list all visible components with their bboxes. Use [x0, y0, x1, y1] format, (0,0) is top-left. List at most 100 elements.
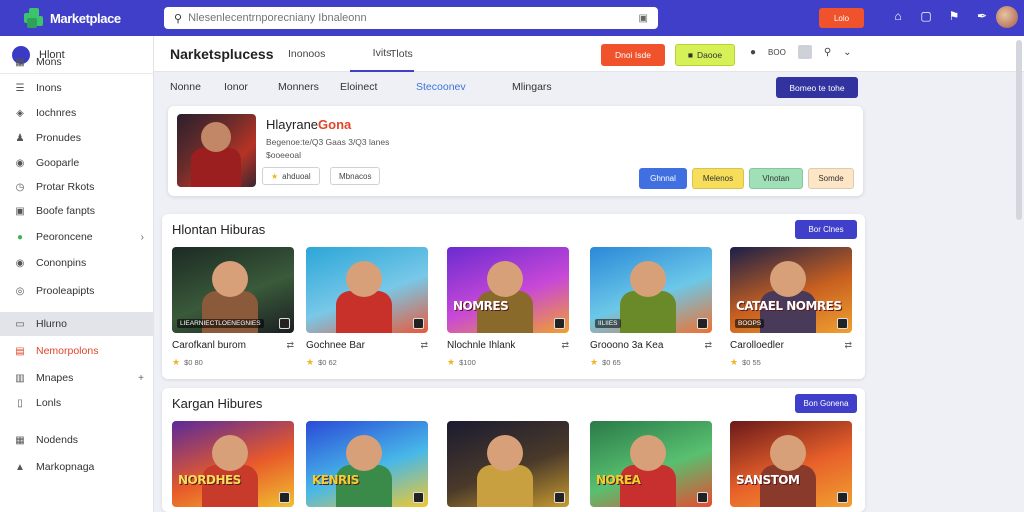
filter-tab[interactable]: Nonne [170, 81, 201, 93]
search-bar[interactable]: ⚲ ▣ [164, 7, 658, 29]
top-bar: Marketplace ⚲ ▣ Lolo ⌂ ▢ ⚑ ✒ [0, 0, 1024, 36]
lock-icon[interactable]: ● [750, 47, 756, 58]
game-card[interactable]: NOMRES Nlochnle Ihlank ⇄ ★ $100 [447, 247, 569, 367]
filter-tab-active[interactable]: Stecoonev [416, 81, 466, 93]
flag-icon[interactable]: ⚑ [946, 8, 962, 24]
sidebar-item-label: Gooparle [36, 157, 80, 169]
section-more-button[interactable]: Bon Gonena [795, 394, 857, 413]
star-icon: ★ [306, 357, 315, 367]
chevron-icon[interactable]: › [141, 232, 144, 243]
game-card[interactable]: KENRIS [306, 421, 428, 507]
sidebar-item[interactable]: ◷ Protar Rkots [0, 175, 154, 199]
game-card[interactable]: NOREA [590, 421, 712, 507]
sidebar-item[interactable]: ▥ Mnapes + [0, 366, 154, 390]
featured-card[interactable]: HlayraneGona Begenoe:te/Q3 Gaas 3/Q3 lan… [168, 106, 863, 196]
sidebar-item[interactable]: ◎ Prooleapipts [0, 279, 154, 303]
star-icon: ★ [172, 357, 181, 367]
game-thumbnail: NORDHES [172, 421, 294, 507]
game-card[interactable]: IILIIES Grooono 3a Kea ⇄ ★ $0 65 [590, 247, 712, 367]
game-card[interactable]: CATAEL NOMRES BOOPS Carolloedler ⇄ ★ $0 55 [730, 247, 852, 367]
featured-chip[interactable]: Mbnacos [330, 167, 381, 185]
yellow-action-button[interactable]: ■ Daooe [675, 44, 735, 66]
game-card[interactable]: LIEARNIECTLOENEGNIES Carofkanl burom ⇄ ★ $0 … [172, 247, 294, 367]
sidebar-item[interactable]: ▭ Hlurno [0, 312, 154, 336]
game-section: Hlontan Hiburas Bor Clnes LIEARNIECTLOENEG… [162, 214, 865, 379]
sidebar-item[interactable]: ◉ Gooparle [0, 151, 154, 175]
game-card[interactable]: NORDHES [172, 421, 294, 507]
chat-icon[interactable]: ▢ [918, 8, 934, 24]
share-icon[interactable]: ⇄ [561, 340, 569, 351]
platform-icon [279, 318, 290, 329]
search-icon[interactable]: ⚲ [824, 47, 831, 58]
sidebar-item[interactable]: ♟ Pronudes [0, 126, 154, 150]
avatar[interactable] [996, 6, 1018, 28]
game-card[interactable] [447, 421, 569, 507]
featured-title-accent: Gona [318, 117, 352, 132]
grid-icon[interactable] [797, 45, 812, 59]
sidebar-item[interactable]: ▤ Nemorpolons [0, 339, 154, 363]
clock-icon: ◷ [15, 181, 25, 193]
platform-icon [413, 492, 424, 503]
tab-1[interactable]: Inonoos [288, 36, 325, 72]
sidebar-item[interactable]: ▦ Mons [0, 50, 154, 74]
home-icon[interactable]: ⌂ [890, 8, 906, 24]
settings-icon[interactable]: ✒ [974, 8, 990, 24]
filter-tab[interactable]: Mlingars [512, 81, 552, 93]
filter-tab[interactable]: Monners [278, 81, 319, 93]
chevron-icon[interactable]: + [138, 373, 144, 384]
sidebar-item-label: Boofe fanpts [36, 205, 95, 217]
featured-action-button[interactable]: Ghnnal [639, 168, 687, 189]
game-title-art: NOREA [596, 473, 641, 487]
camera-icon[interactable]: ▣ [639, 13, 648, 24]
platform-icon [837, 492, 848, 503]
platform-icon [697, 492, 708, 503]
share-icon[interactable]: ⇄ [420, 340, 428, 351]
chevron-down-icon[interactable]: ⌄ [843, 47, 851, 58]
top-cta-button[interactable]: Lolo [819, 8, 864, 28]
sidebar-item[interactable]: ◉ Cononpins [0, 251, 154, 275]
share-icon[interactable]: ⇄ [704, 340, 712, 351]
search-input[interactable] [188, 12, 639, 24]
tab-3[interactable]: Tlots [390, 36, 413, 72]
sidebar-item[interactable]: ☰ Inons [0, 76, 154, 100]
brand-logo[interactable]: Marketplace [24, 8, 164, 28]
game-name: Carolloedler [730, 340, 784, 351]
featured-chip[interactable]: ★ ahduoal [262, 167, 320, 185]
sidebar-item[interactable]: ▯ Lonls [0, 391, 154, 415]
featured-action-button[interactable]: Vlnotan [749, 168, 803, 189]
list-icon: ☰ [15, 82, 25, 94]
sidebar-item[interactable]: ◈ Iochnres [0, 101, 154, 125]
game-thumbnail: SANSTOM [730, 421, 852, 507]
star-icon: ★ [730, 357, 739, 367]
game-name: Grooono 3a Kea [590, 340, 664, 351]
filter-action-button[interactable]: Bomeo te tohe [776, 77, 858, 98]
sidebar-item-label: Prooleapipts [36, 285, 95, 297]
chat-icon: ◉ [15, 257, 25, 269]
featured-action-button[interactable]: Somde [808, 168, 854, 189]
sidebar-item[interactable]: ▣ Boofe fanpts [0, 199, 154, 223]
game-name: Gochnee Bar [306, 340, 365, 351]
sidebar-item[interactable]: ▦ Nodends [0, 428, 154, 452]
card-icon: ▭ [15, 318, 25, 330]
sidebar: Hlont ▦ Mons ☰ Inons ◈ Iochnres ♟ Pronudes ◉ Goop… [0, 36, 154, 512]
sidebar-item[interactable]: ▲ Markopnaga [0, 455, 154, 479]
game-card[interactable]: SANSTOM [730, 421, 852, 507]
featured-action-button[interactable]: Melenos [692, 168, 744, 189]
section-more-button[interactable]: Bor Clnes [795, 220, 857, 239]
people-icon: ♟ [15, 132, 25, 144]
doc-icon: ▯ [17, 397, 23, 409]
game-card[interactable]: Gochnee Bar ⇄ ★ $0 62 [306, 247, 428, 367]
star-icon: ★ [590, 357, 599, 367]
sidebar-item-label: Mnapes [36, 372, 74, 384]
orange-action-button[interactable]: Dnoi Isde [601, 44, 665, 66]
sidebar-item[interactable]: ● Peoroncene › [0, 225, 154, 249]
share-icon[interactable]: ⇄ [286, 340, 294, 351]
scrollbar[interactable] [1016, 40, 1022, 220]
game-price-value: $0 80 [184, 358, 203, 367]
featured-title-main: Hlayrane [266, 117, 319, 132]
star-icon: ★ [271, 171, 279, 181]
filter-tab[interactable]: Eloinect [340, 81, 377, 93]
share-icon[interactable]: ⇄ [844, 340, 852, 351]
filter-tab[interactable]: Ionor [224, 81, 248, 93]
grid-icon: ▦ [15, 56, 25, 68]
